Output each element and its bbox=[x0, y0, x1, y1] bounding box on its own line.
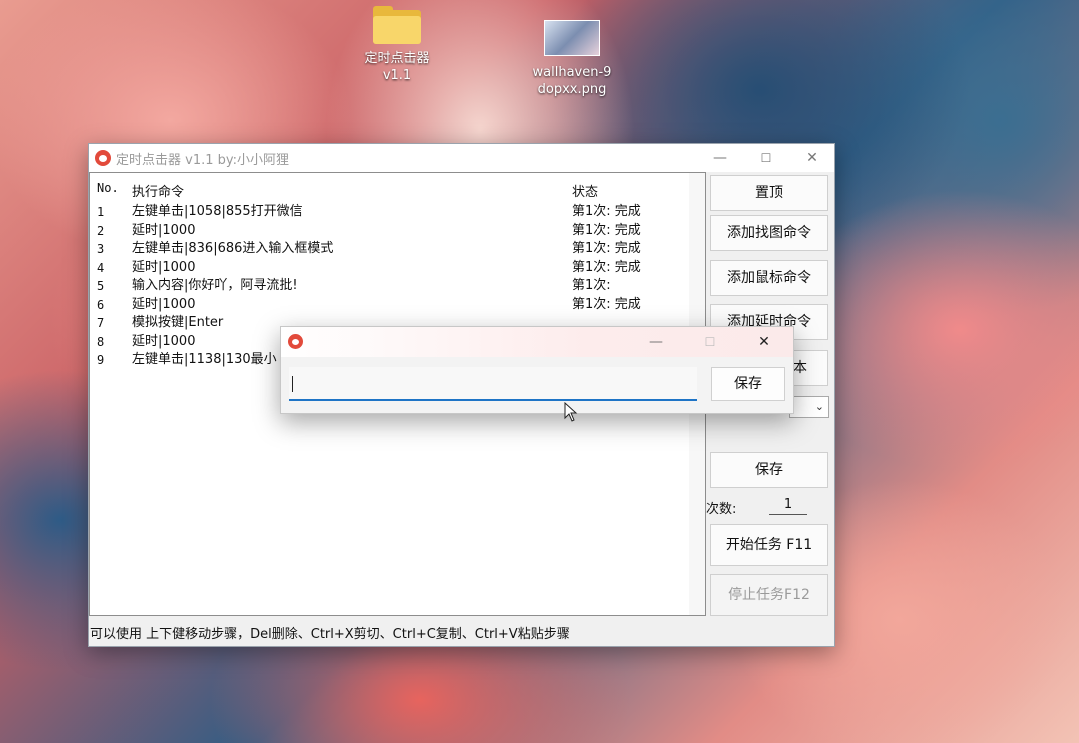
status-bar: 可以使用 上下健移动步骤，Del删除、Ctrl+X剪切、Ctrl+C复制、Ctr… bbox=[90, 627, 570, 642]
command-type-dropdown[interactable]: ⌄ bbox=[789, 396, 829, 418]
desktop-icon-label: v1.1 bbox=[382, 68, 412, 83]
title-bar[interactable]: 定时点击器 v1.1 by:小小阿狸 — ☐ ✕ bbox=[89, 144, 834, 172]
desktop-icon-app-folder[interactable]: 定时点击器 v1.1 bbox=[352, 6, 442, 84]
row-command: 延时|1000 bbox=[132, 334, 196, 349]
column-header-status[interactable]: 状态 bbox=[572, 181, 598, 200]
add-mouse-command-button[interactable]: 添加鼠标命令 bbox=[710, 260, 828, 296]
row-command: 输入内容|你好吖，阿寻流批! bbox=[132, 278, 298, 293]
stop-task-button: 停止任务F12 bbox=[710, 574, 828, 616]
row-no: 5 bbox=[97, 279, 105, 293]
count-input[interactable]: 1 bbox=[769, 496, 807, 515]
row-status: 第1次: 完成 bbox=[572, 297, 641, 312]
row-status: 第1次: 完成 bbox=[572, 260, 641, 275]
app-fox-icon bbox=[288, 334, 303, 349]
maximize-button[interactable]: ☐ bbox=[743, 144, 789, 172]
row-command: 左键单击|1138|130最小 bbox=[132, 352, 277, 367]
app-fox-icon bbox=[95, 150, 111, 166]
image-file-icon bbox=[544, 20, 600, 56]
column-header-no[interactable]: No. bbox=[97, 181, 119, 195]
row-no: 6 bbox=[97, 298, 105, 312]
table-row[interactable]: 2 延时|1000 第1次: 完成 bbox=[90, 222, 705, 240]
dialog-minimize-button[interactable]: — bbox=[633, 327, 679, 357]
dialog-close-button[interactable]: ✕ bbox=[741, 327, 787, 357]
row-status: 第1次: 完成 bbox=[572, 223, 641, 238]
table-row[interactable]: 5 输入内容|你好吖，阿寻流批! 第1次: bbox=[90, 277, 705, 295]
row-no: 1 bbox=[97, 205, 105, 219]
text-input-field[interactable] bbox=[289, 367, 697, 401]
row-status: 第1次: 完成 bbox=[572, 241, 641, 256]
row-no: 9 bbox=[97, 353, 105, 367]
minimize-button[interactable]: — bbox=[697, 144, 743, 172]
row-status: 第1次: bbox=[572, 278, 611, 293]
mouse-pointer-icon bbox=[564, 402, 578, 422]
table-row[interactable]: 3 左键单击|836|686进入输入框模式 第1次: 完成 bbox=[90, 240, 705, 258]
window-title: 定时点击器 v1.1 by:小小阿狸 bbox=[116, 153, 290, 168]
add-find-image-command-button[interactable]: 添加找图命令 bbox=[710, 215, 828, 251]
desktop-icon-label: 定时点击器 bbox=[364, 51, 430, 66]
column-header-command[interactable]: 执行命令 bbox=[132, 181, 184, 200]
row-no: 8 bbox=[97, 335, 105, 349]
table-row[interactable]: 6 延时|1000 第1次: 完成 bbox=[90, 296, 705, 314]
row-no: 7 bbox=[97, 316, 105, 330]
dialog-title-bar[interactable]: — ☐ ✕ bbox=[281, 327, 793, 357]
table-row[interactable]: 4 延时|1000 第1次: 完成 bbox=[90, 259, 705, 277]
table-row[interactable]: 1 左键单击|1058|855打开微信 第1次: 完成 bbox=[90, 203, 705, 221]
row-no: 3 bbox=[97, 242, 105, 256]
dialog-maximize-button: ☐ bbox=[704, 335, 716, 349]
chevron-down-icon: ⌄ bbox=[814, 400, 824, 413]
save-button[interactable]: 保存 bbox=[710, 452, 828, 488]
row-command: 模拟按键|Enter bbox=[132, 315, 224, 330]
row-no: 2 bbox=[97, 224, 105, 238]
row-command: 延时|1000 bbox=[132, 260, 196, 275]
start-task-button[interactable]: 开始任务 F11 bbox=[710, 524, 828, 566]
desktop-icon-label: wallhaven-9 bbox=[532, 65, 612, 80]
dialog-save-button[interactable]: 保存 bbox=[711, 367, 785, 401]
pin-on-top-button[interactable]: 置顶 bbox=[710, 175, 828, 211]
row-status: 第1次: 完成 bbox=[572, 204, 641, 219]
row-command: 左键单击|1058|855打开微信 bbox=[132, 204, 303, 219]
row-command: 延时|1000 bbox=[132, 297, 196, 312]
count-label: 次数: bbox=[706, 502, 737, 517]
desktop-icon-wallpaper-file[interactable]: wallhaven-9 dopxx.png bbox=[527, 20, 617, 98]
desktop-icon-label: dopxx.png bbox=[537, 82, 607, 97]
input-dialog: — ☐ ✕ 保存 bbox=[280, 326, 794, 414]
row-no: 4 bbox=[97, 261, 105, 275]
close-button[interactable]: ✕ bbox=[789, 144, 835, 172]
folder-icon bbox=[373, 6, 421, 44]
text-caret bbox=[292, 376, 293, 392]
row-command: 左键单击|836|686进入输入框模式 bbox=[132, 241, 334, 256]
row-command: 延时|1000 bbox=[132, 223, 196, 238]
